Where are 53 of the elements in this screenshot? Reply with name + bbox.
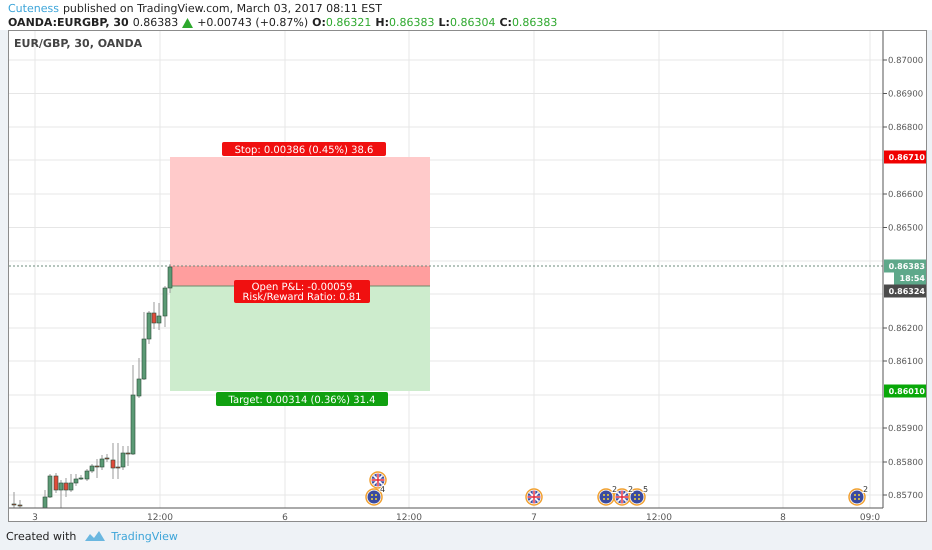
eu-flag-icon[interactable] [365, 488, 383, 506]
ohlc-label: O: [312, 16, 326, 29]
price-change: +0.00743 (+0.87%) [197, 16, 308, 29]
chart-legend: EUR/GBP, 30, OANDA [14, 37, 142, 50]
symbol-title: OANDA:EURGBP, 30 [8, 16, 129, 29]
publish-info: published on TradingView.com, March 03, 2017 08:11 EST [62, 2, 382, 15]
price-tick: 0.85900 [888, 424, 924, 434]
price-tick: 0.86200 [888, 324, 924, 334]
price-badge: 18:54 [894, 272, 926, 284]
brand-link[interactable]: TradingView [84, 530, 178, 542]
eu-flag-icon[interactable] [848, 488, 866, 506]
ohlc-label: C: [499, 16, 512, 29]
price-tick: 0.85800 [888, 458, 924, 468]
last-price: 0.86383 [132, 16, 178, 29]
price-badge: 0.86710 [884, 150, 926, 164]
price-badge: 0.86324 [884, 284, 926, 298]
event-count: 2 [863, 485, 868, 494]
pnl-label: Open P&L: -0.00059 Risk/Reward Ratio: 0.81 [234, 280, 370, 303]
time-tick: 12:00 [646, 513, 672, 521]
event-count: 4 [380, 485, 386, 494]
price-badge: 0.86383 [884, 260, 926, 272]
ohlc-label: L: [438, 16, 450, 29]
price-tick: 0.86800 [888, 123, 924, 133]
price-tick: 0.86600 [888, 190, 924, 200]
ohlc-value: 0.86304 [450, 16, 496, 29]
event-count: 2 [612, 485, 618, 494]
time-tick: 6 [282, 513, 288, 521]
created-with-text: Created with [6, 530, 76, 542]
uk-flag-icon[interactable] [525, 488, 543, 506]
price-tick: 0.86100 [888, 357, 924, 367]
time-tick: 12:00 [147, 513, 173, 521]
price-tick: 0.87000 [888, 56, 924, 66]
ohlc-value: 0.86321 [326, 16, 372, 29]
time-tick: 7 [531, 513, 537, 521]
target-label: Target: 0.00314 (0.36%) 31.4 [216, 392, 388, 406]
price-tick: 0.86900 [888, 90, 924, 100]
event-count: 5 [643, 485, 648, 494]
price-badge: 0.86010 [884, 384, 926, 398]
author-link[interactable]: Cuteness [8, 2, 59, 15]
up-triangle-icon [182, 18, 194, 28]
ohlc-value: 0.86383 [389, 16, 435, 29]
eu-flag-icon[interactable] [597, 488, 615, 506]
ohlc-label: H: [375, 16, 390, 29]
ohlc-value: 0.86383 [512, 16, 558, 29]
time-tick: 3 [32, 513, 38, 521]
price-tick: 0.85700 [888, 491, 924, 501]
uk-flag-icon[interactable] [613, 488, 631, 506]
price-tick: 0.86500 [888, 224, 924, 234]
time-tick: 12:00 [396, 513, 422, 521]
eu-flag-icon[interactable] [628, 488, 646, 506]
time-tick: 09:0 [860, 513, 880, 521]
stop-label: Stop: 0.00386 (0.45%) 38.6 [222, 142, 386, 156]
time-tick: 8 [780, 513, 786, 521]
